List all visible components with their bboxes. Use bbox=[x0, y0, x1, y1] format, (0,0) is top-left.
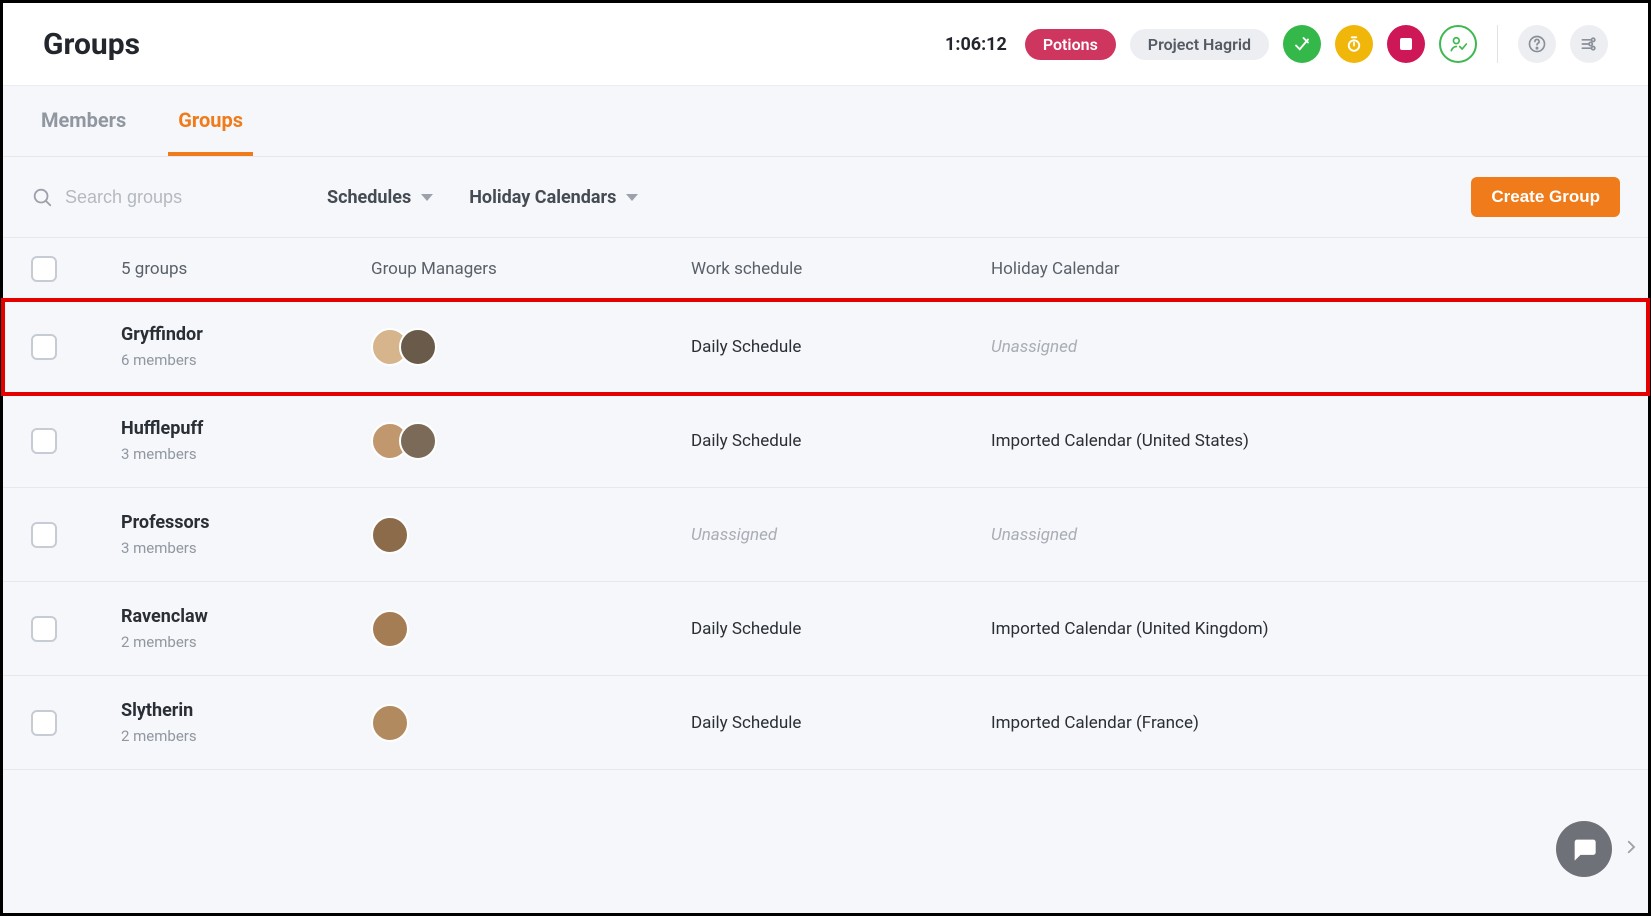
group-member-count: 2 members bbox=[121, 633, 371, 651]
help-icon bbox=[1527, 34, 1547, 54]
column-group-managers: Group Managers bbox=[371, 259, 691, 279]
table-header: 5 groups Group Managers Work schedule Ho… bbox=[3, 238, 1648, 300]
toolbar: Schedules Holiday Calendars Create Group bbox=[3, 157, 1648, 238]
project-tag[interactable]: Project Hagrid bbox=[1130, 29, 1269, 60]
header-divider bbox=[1497, 25, 1498, 63]
group-managers-avatars bbox=[371, 328, 691, 366]
timer-display: 1:06:12 bbox=[945, 34, 1007, 55]
avatar[interactable] bbox=[371, 610, 409, 648]
row-checkbox[interactable] bbox=[31, 710, 57, 736]
create-group-button[interactable]: Create Group bbox=[1471, 177, 1620, 217]
tabs: Members Groups bbox=[3, 86, 1648, 157]
avatar[interactable] bbox=[371, 704, 409, 742]
search-input[interactable] bbox=[65, 187, 265, 208]
header-right: 1:06:12 Potions Project Hagrid bbox=[945, 25, 1608, 63]
filter-schedules[interactable]: Schedules bbox=[327, 187, 433, 208]
group-name: Slytherin bbox=[121, 700, 371, 721]
holiday-calendar-value: Unassigned bbox=[991, 525, 1620, 545]
settings-button[interactable] bbox=[1570, 25, 1608, 63]
avatar[interactable] bbox=[399, 422, 437, 460]
table-row[interactable]: Gryffindor 6 members Daily ScheduleUnassig… bbox=[3, 300, 1648, 394]
group-name: Gryffindor bbox=[121, 324, 371, 345]
work-schedule-value: Daily Schedule bbox=[691, 619, 991, 639]
user-check-icon bbox=[1448, 34, 1468, 54]
group-managers-avatars bbox=[371, 610, 691, 648]
screenshot-icon bbox=[1293, 35, 1311, 53]
work-schedule-value: Unassigned bbox=[691, 525, 991, 545]
holiday-calendar-value: Imported Calendar (United States) bbox=[991, 431, 1620, 451]
tracking-tag[interactable]: Potions bbox=[1025, 29, 1116, 60]
chevron-down-icon bbox=[626, 194, 638, 201]
group-name: Professors bbox=[121, 512, 371, 533]
holiday-calendar-value: Unassigned bbox=[991, 337, 1620, 357]
row-checkbox[interactable] bbox=[31, 616, 57, 642]
row-checkbox[interactable] bbox=[31, 522, 57, 548]
help-button[interactable] bbox=[1518, 25, 1556, 63]
search-icon bbox=[31, 186, 53, 208]
page-title: Groups bbox=[43, 27, 140, 62]
group-name: Hufflepuff bbox=[121, 418, 371, 439]
table-row[interactable]: Ravenclaw 2 members Daily ScheduleImported… bbox=[3, 582, 1648, 676]
column-holiday-calendar: Holiday Calendar bbox=[991, 259, 1620, 279]
avatar[interactable] bbox=[371, 516, 409, 554]
holiday-calendar-value: Imported Calendar (United Kingdom) bbox=[991, 619, 1620, 639]
work-schedule-value: Daily Schedule bbox=[691, 337, 991, 357]
chevron-down-icon bbox=[421, 194, 433, 201]
chevron-right-icon bbox=[1622, 833, 1640, 861]
table-row[interactable]: Hufflepuff 3 members Daily ScheduleImporte… bbox=[3, 394, 1648, 488]
stopwatch-icon bbox=[1345, 35, 1363, 53]
group-managers-avatars bbox=[371, 516, 691, 554]
group-managers-avatars bbox=[371, 704, 691, 742]
table-body: Gryffindor6 membersDaily ScheduleUnassig… bbox=[3, 300, 1648, 770]
screenshot-button[interactable] bbox=[1283, 25, 1321, 63]
group-member-count: 3 members bbox=[121, 539, 371, 557]
filter-holiday-calendars-label: Holiday Calendars bbox=[469, 187, 616, 208]
stopwatch-button[interactable] bbox=[1335, 25, 1373, 63]
chat-icon bbox=[1570, 835, 1598, 863]
avatar[interactable] bbox=[399, 328, 437, 366]
table-row[interactable]: Slytherin 2 members Daily ScheduleImported… bbox=[3, 676, 1648, 770]
search-wrap bbox=[31, 186, 291, 208]
stop-icon bbox=[1400, 38, 1412, 50]
column-work-schedule: Work schedule bbox=[691, 259, 991, 279]
settings-icon bbox=[1579, 34, 1599, 54]
stop-button[interactable] bbox=[1387, 25, 1425, 63]
group-managers-avatars bbox=[371, 422, 691, 460]
tab-members[interactable]: Members bbox=[31, 86, 136, 156]
work-schedule-value: Daily Schedule bbox=[691, 713, 991, 733]
filter-holiday-calendars[interactable]: Holiday Calendars bbox=[469, 187, 638, 208]
user-approve-button[interactable] bbox=[1439, 25, 1477, 63]
column-count: 5 groups bbox=[121, 259, 371, 279]
select-all-checkbox[interactable] bbox=[31, 256, 57, 282]
chat-fab[interactable] bbox=[1556, 821, 1612, 877]
tab-groups[interactable]: Groups bbox=[168, 86, 253, 156]
row-checkbox[interactable] bbox=[31, 428, 57, 454]
row-checkbox[interactable] bbox=[31, 334, 57, 360]
header: Groups 1:06:12 Potions Project Hagrid bbox=[3, 3, 1648, 86]
carousel-next[interactable] bbox=[1622, 833, 1640, 861]
work-schedule-value: Daily Schedule bbox=[691, 431, 991, 451]
group-name: Ravenclaw bbox=[121, 606, 371, 627]
group-member-count: 6 members bbox=[121, 351, 371, 369]
holiday-calendar-value: Imported Calendar (France) bbox=[991, 713, 1620, 733]
table-row[interactable]: Professors 3 members UnassignedUnassigned bbox=[3, 488, 1648, 582]
group-member-count: 2 members bbox=[121, 727, 371, 745]
group-member-count: 3 members bbox=[121, 445, 371, 463]
filter-schedules-label: Schedules bbox=[327, 187, 411, 208]
